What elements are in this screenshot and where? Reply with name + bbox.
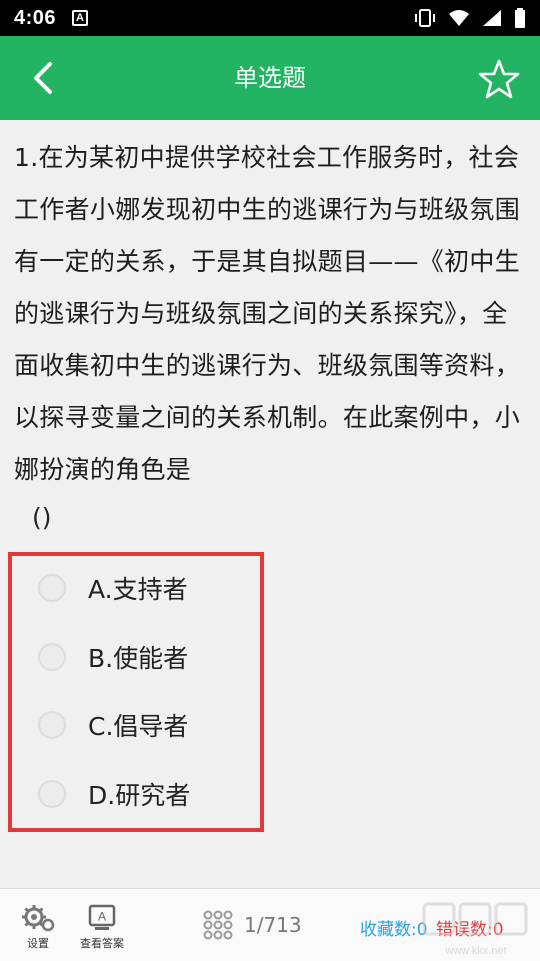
view-answer-label: 查看答案	[80, 937, 124, 950]
errors-count[interactable]: 错误数:0	[436, 915, 504, 940]
answer-icon-letter: A	[98, 910, 106, 924]
page-title: 单选题	[234, 64, 306, 92]
settings-button[interactable]: 设置	[20, 903, 56, 951]
view-answer-button[interactable]: A 查看答案	[80, 903, 124, 951]
gear-icon	[22, 905, 55, 932]
settings-label: 设置	[27, 937, 49, 950]
wifi-icon	[449, 10, 469, 26]
question-pager[interactable]: 1/713	[202, 909, 302, 941]
radio-button[interactable]	[38, 574, 66, 602]
option-label: D.研究者	[88, 781, 191, 810]
pager-count: 1/713	[244, 913, 302, 937]
option-a[interactable]: A.支持者	[32, 558, 252, 618]
vibrate-icon	[415, 9, 435, 27]
answer-card-icon: A	[88, 904, 116, 930]
option-label: C.倡导者	[88, 712, 189, 741]
radio-button[interactable]	[38, 711, 66, 739]
notification-a-icon: A	[72, 10, 89, 26]
bottom-toolbar: 设置 A 查看答案 1/713 收藏数:0 错误数:0	[0, 888, 540, 961]
status-bar: 4:06 A	[0, 0, 540, 36]
signal-icon	[483, 10, 501, 26]
battery-icon	[515, 8, 525, 28]
favorites-count[interactable]: 收藏数:0	[360, 915, 428, 940]
top-app-bar: 单选题	[0, 36, 540, 120]
option-b[interactable]: B.使能者	[32, 627, 252, 687]
option-label: B.使能者	[88, 644, 189, 673]
options-highlight-box: A.支持者 B.使能者 C.倡导者 D.研究者	[8, 552, 264, 832]
favorite-star-icon[interactable]	[478, 58, 520, 100]
option-c[interactable]: C.倡导者	[32, 695, 252, 755]
question-text: 1.在为某初中提供学校社会工作服务时，社会工作者小娜发现初中生的逃课行为与班级氛…	[14, 143, 521, 484]
option-d[interactable]: D.研究者	[32, 764, 252, 824]
radio-button[interactable]	[38, 780, 66, 808]
grid-icon	[203, 910, 233, 940]
answer-blank: ()	[32, 503, 52, 532]
status-time: 4:06	[14, 6, 57, 29]
radio-button[interactable]	[38, 643, 66, 671]
option-label: A.支持者	[88, 575, 188, 604]
